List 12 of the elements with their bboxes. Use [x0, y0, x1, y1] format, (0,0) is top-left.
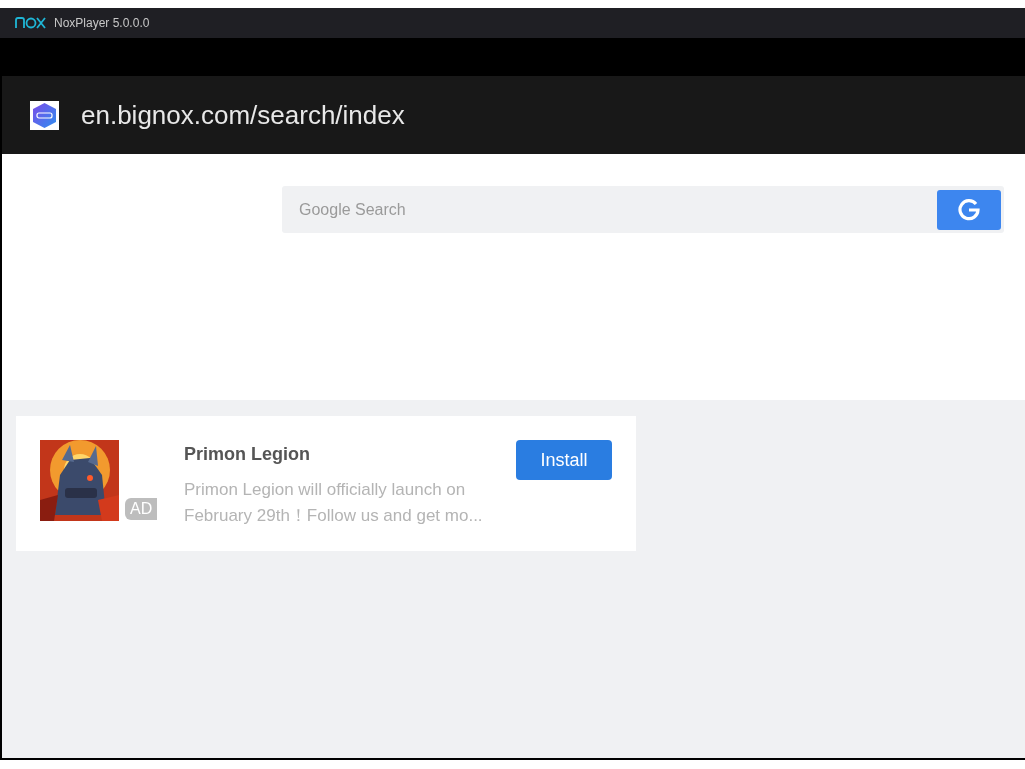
app-title: Primon Legion: [184, 443, 311, 466]
logo-icon: [15, 17, 46, 29]
search-field[interactable]: Google Search: [299, 197, 799, 222]
install-button[interactable]: Install: [516, 440, 612, 480]
url-text: en.bignox.com/search/index: [81, 98, 405, 132]
app-icon: [30, 100, 59, 130]
app-description: Primon Legion will officially launch on February 29th！Follow us and get mo...: [184, 479, 484, 527]
search-button[interactable]: [937, 189, 1001, 230]
google-icon: [958, 198, 980, 221]
window-title: NoxPlayer 5.0.0.0: [54, 15, 150, 32]
search-bar[interactable]: Google Search: [282, 186, 1004, 233]
ad-badge: AD: [125, 498, 158, 520]
